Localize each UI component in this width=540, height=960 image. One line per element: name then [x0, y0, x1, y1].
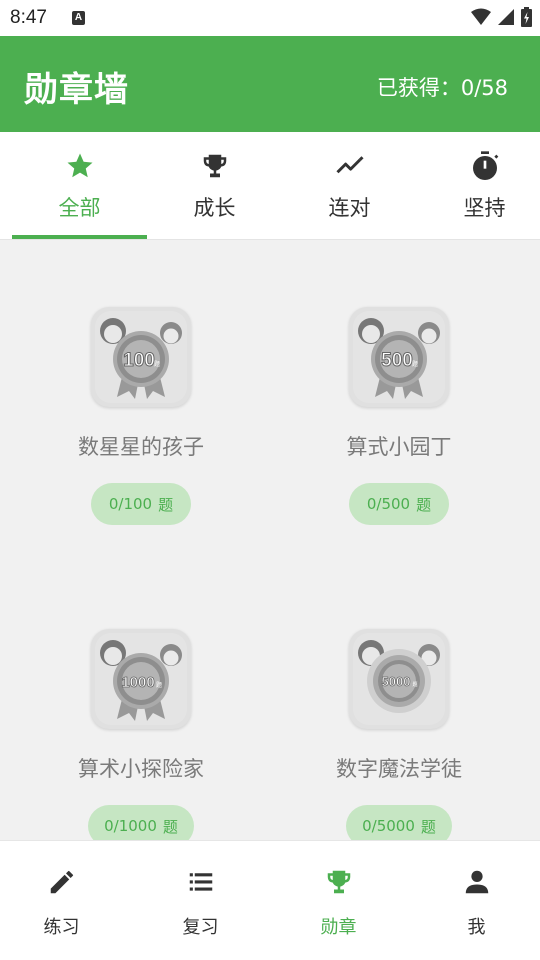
status-bar: 8:47 A	[0, 0, 540, 36]
badge-name: 数星星的孩子	[78, 435, 204, 459]
nav-label: 复习	[182, 917, 219, 938]
medal-suffix: 题	[412, 682, 417, 688]
badge-progress: 0/100 题	[91, 483, 191, 525]
badge-progress: 0/1000 题	[88, 805, 194, 840]
medal-number: 500	[381, 350, 413, 371]
nav-badges[interactable]: 勋章	[271, 841, 406, 960]
tab-all[interactable]: 全部	[12, 132, 147, 240]
tab-label: 坚持	[463, 196, 506, 220]
tab-label: 全部	[58, 196, 101, 220]
tab-streak[interactable]: 连对	[282, 132, 417, 240]
nav-review[interactable]: 复习	[133, 841, 268, 960]
badge-card[interactable]: 5000 题 数字魔法学徒 0/5000 题	[264, 629, 534, 840]
trophy-icon	[322, 865, 356, 899]
trophy-icon	[199, 150, 231, 182]
trending-icon	[334, 150, 366, 182]
earned-count: 已获得：0/58	[376, 76, 508, 100]
tab-bar: 全部 成长 连对 坚持	[0, 132, 540, 240]
timer-icon	[469, 150, 501, 182]
badge-name: 算式小园丁	[346, 435, 452, 459]
page-title: 勋章墙	[24, 70, 129, 110]
pencil-icon	[45, 865, 79, 899]
signal-icon	[498, 9, 514, 25]
battery-icon	[521, 7, 532, 27]
badge-card[interactable]: 500 题 算式小园丁 0/500 题	[264, 307, 534, 525]
star-icon	[64, 150, 96, 182]
medal-suffix: 题	[156, 682, 162, 689]
tab-label: 成长	[193, 196, 236, 220]
medal-100-image: 100 题	[91, 307, 191, 407]
medal-1000-image: 1000 题	[91, 629, 191, 729]
status-time: 8:47	[10, 7, 47, 28]
badge-progress: 0/5000 题	[346, 805, 452, 840]
badge-card[interactable]: 1000 题 算术小探险家 0/1000 题	[6, 629, 276, 840]
medal-500-image: 500 题	[349, 307, 449, 407]
person-icon	[460, 865, 494, 899]
badge-grid: 100 题 数星星的孩子 0/100题 500 题 算式小园丁 0/500题	[0, 241, 540, 840]
status-icons	[471, 7, 532, 27]
medal-number: 1000	[121, 674, 154, 691]
nav-label: 勋章	[320, 917, 357, 938]
badge-name: 算术小探险家	[78, 757, 204, 781]
badge-card[interactable]: 100 题 数星星的孩子 0/100 题	[6, 307, 276, 525]
medal-5000-image: 5000 题	[349, 629, 449, 729]
app-bar: 勋章墙 已获得：0/58	[0, 36, 540, 132]
nav-label: 练习	[43, 917, 80, 938]
tab-persist[interactable]: 坚持	[417, 132, 540, 240]
wifi-icon	[471, 8, 491, 25]
nav-me[interactable]: 我	[409, 841, 540, 960]
tab-growth[interactable]: 成长	[147, 132, 282, 240]
notification-icon: A	[72, 11, 85, 25]
medal-suffix: 题	[154, 361, 160, 368]
tab-label: 连对	[328, 196, 371, 220]
tab-indicator	[12, 235, 147, 239]
medal-number: 5000	[382, 674, 411, 689]
list-icon	[184, 865, 218, 899]
nav-label: 我	[467, 917, 486, 938]
badge-name: 数字魔法学徒	[336, 757, 462, 781]
nav-practice[interactable]: 练习	[0, 841, 129, 960]
medal-number: 100	[123, 350, 155, 371]
badge-progress: 0/500 题	[349, 483, 449, 525]
medal-suffix: 题	[412, 361, 418, 368]
bottom-nav: 练习 复习 勋章 我	[0, 840, 540, 960]
